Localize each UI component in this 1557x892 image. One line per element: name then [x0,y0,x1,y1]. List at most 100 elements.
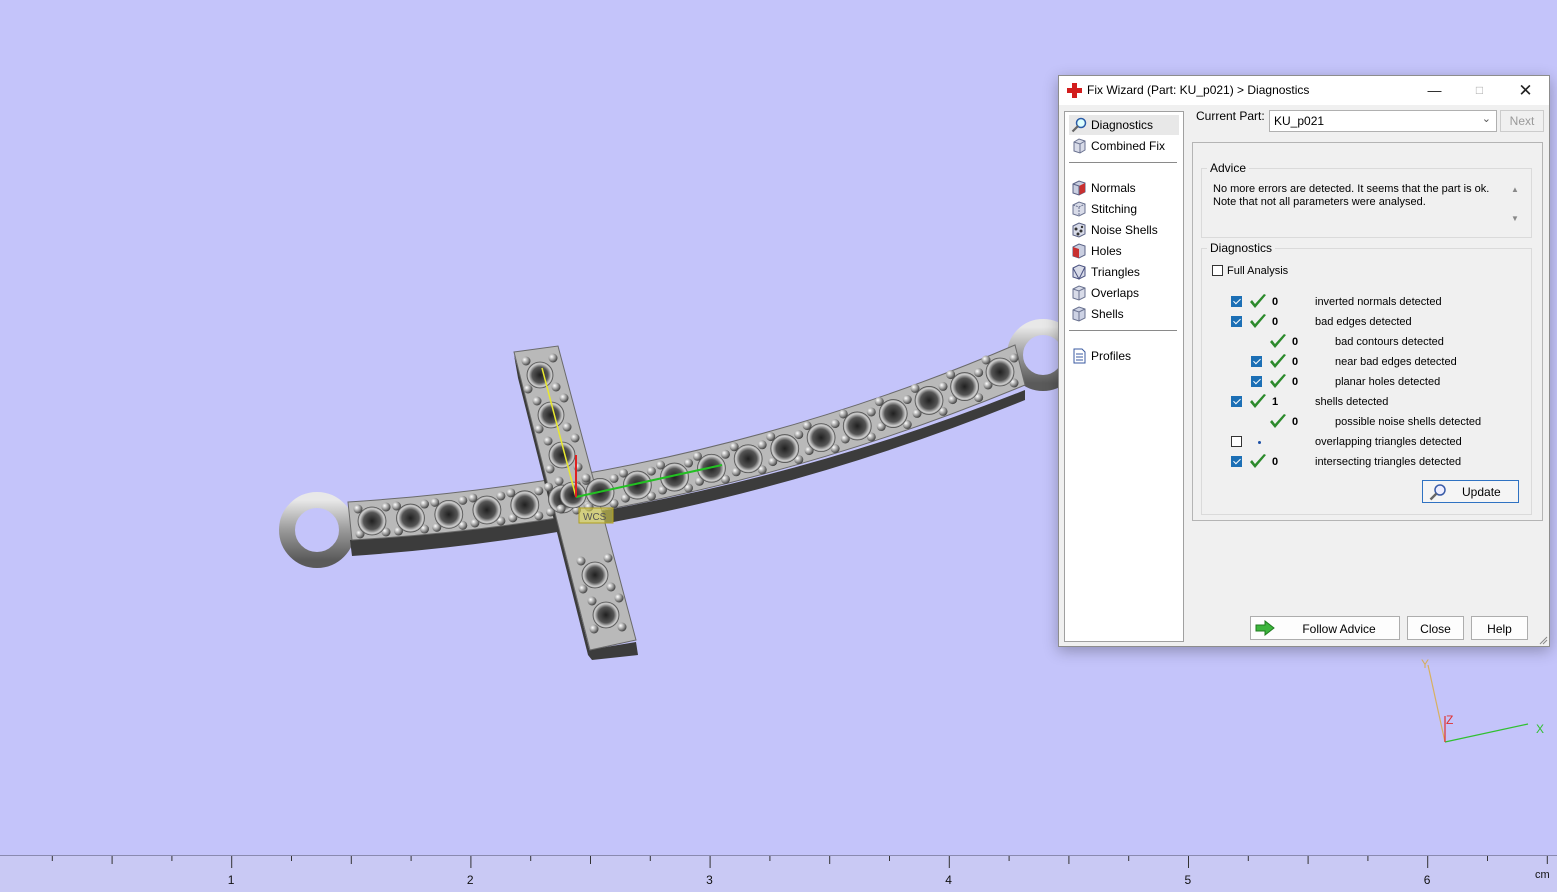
prong-bead [545,464,555,474]
diagnostic-count: 0 [1292,336,1299,348]
ruler-label: 4 [945,873,952,887]
diagnostic-count: 0 [1272,316,1279,328]
nav-item-stitching[interactable]: Stitching [1069,199,1179,219]
diagnostic-row: overlapping triangles detected [1202,434,1531,452]
prong-bead [757,440,767,450]
prong-bead [606,582,616,592]
stone-setting [985,357,1015,387]
current-part-select[interactable]: KU_p021 ⌄ [1269,110,1497,132]
diagnostic-count: 0 [1272,456,1279,468]
triad-x-axis [1444,723,1529,743]
prong-bead [523,384,533,394]
nav-item-noise-shells[interactable]: Noise Shells [1069,220,1179,240]
magnifier-icon [1429,484,1446,501]
prong-bead [617,622,627,632]
prong-bead [521,356,531,366]
diagnostic-checkbox[interactable] [1251,376,1262,387]
stone-setting [472,495,502,525]
prong-bead [576,556,586,566]
ruler-unit: cm [1535,869,1550,881]
scroll-up-icon[interactable]: ▲ [1511,185,1519,194]
check-icon [1250,394,1266,408]
nav-item-triangles[interactable]: Triangles [1069,262,1179,282]
prong-bead [554,476,564,486]
diagnostic-label: shells detected [1315,396,1389,408]
prong-bead [381,502,391,512]
nav-item-shells[interactable]: Shells [1069,304,1179,324]
diagnostic-label: bad contours detected [1335,336,1444,348]
diagnostic-checkbox[interactable] [1231,396,1242,407]
diagnostic-checkbox[interactable] [1231,456,1242,467]
normals-cube-icon [1072,180,1086,196]
update-button[interactable]: Update [1422,480,1519,503]
check-icon [1250,294,1266,308]
stone-setting [914,386,944,415]
cube-icon [1073,138,1086,154]
prong-bead [559,393,569,403]
current-part-value: KU_p021 [1274,114,1325,128]
full-analysis-checkbox[interactable] [1212,265,1223,276]
diagnostic-row: 0 intersecting triangles detected [1202,454,1531,472]
document-icon [1073,348,1086,364]
diagnostic-checkbox[interactable] [1231,436,1242,447]
check-icon [1270,354,1286,368]
close-button[interactable]: Close [1407,616,1464,640]
prong-bead [720,449,730,459]
prong-bead [570,433,580,443]
next-button[interactable]: Next [1500,110,1544,132]
left-ring [279,492,355,568]
prong-bead [419,499,429,509]
close-window-button[interactable]: ✕ [1503,76,1548,105]
diagnostic-checkbox[interactable] [1231,316,1242,327]
diagnostic-count: 1 [1272,396,1279,408]
prong-bead [548,353,558,363]
prong-bead [556,504,566,514]
nav-item-combined-fix[interactable]: Combined Fix [1069,136,1179,156]
diagnostic-label: overlapping triangles detected [1315,436,1462,448]
title-bar[interactable]: Fix Wizard (Part: KU_p021) > Diagnostics… [1059,76,1549,105]
nav-item-profiles[interactable]: Profiles [1069,346,1179,366]
fix-wizard-dialog[interactable]: Fix Wizard (Part: KU_p021) > Diagnostics… [1058,75,1550,647]
diagnostics-group: Diagnostics Full Analysis 0 inverted norm… [1201,241,1532,515]
diagnostic-count: 0 [1292,356,1299,368]
diagnostic-checkbox[interactable] [1251,356,1262,367]
prong-bead [974,368,984,378]
stone-setting [878,399,908,428]
diagnostic-count: 0 [1272,296,1279,308]
prong-bead [543,436,553,446]
prong-bead [458,495,468,505]
prong-bead [534,486,544,496]
advice-text: No more errors are detected. It seems th… [1213,183,1490,208]
advice-group: Advice No more errors are detected. It s… [1201,161,1532,238]
diagnostic-row: 1 shells detected [1202,394,1531,412]
diagnostic-label: inverted normals detected [1315,296,1442,308]
nav-item-diagnostics[interactable]: Diagnostics [1069,115,1179,135]
dialog-title: Fix Wizard (Part: KU_p021) > Diagnostics [1087,83,1310,97]
diagnostic-row: 0 bad contours detected [1202,334,1531,352]
advice-scrollbar[interactable]: ▲ ▼ [1509,181,1522,229]
ruler-label: 2 [466,873,474,887]
prong-bead [646,466,656,476]
magnifier-icon [1071,117,1087,133]
ruler-label: 1 [227,873,235,887]
nav-item-normals[interactable]: Normals [1069,178,1179,198]
stone-setting [592,601,620,629]
ruler-label: 5 [1184,873,1192,887]
nav-item-overlaps[interactable]: Overlaps [1069,283,1179,303]
prong-bead [581,473,591,483]
resize-grip-icon[interactable] [1538,635,1548,645]
prong-bead [573,462,583,472]
follow-advice-button[interactable]: Follow Advice [1250,616,1400,640]
maximize-button[interactable]: □ [1457,76,1502,105]
red-cross-icon [1067,83,1082,98]
help-button[interactable]: Help [1471,616,1528,640]
nav-item-holes[interactable]: Holes [1069,241,1179,261]
prong-bead [587,596,597,606]
check-icon [1270,374,1286,388]
check-icon [1270,334,1286,348]
diagnostic-count: 0 [1292,416,1299,428]
diagnostic-checkbox[interactable] [1231,296,1242,307]
minimize-button[interactable]: — [1412,76,1457,105]
scroll-down-icon[interactable]: ▼ [1511,214,1519,223]
prong-bead [938,381,948,391]
